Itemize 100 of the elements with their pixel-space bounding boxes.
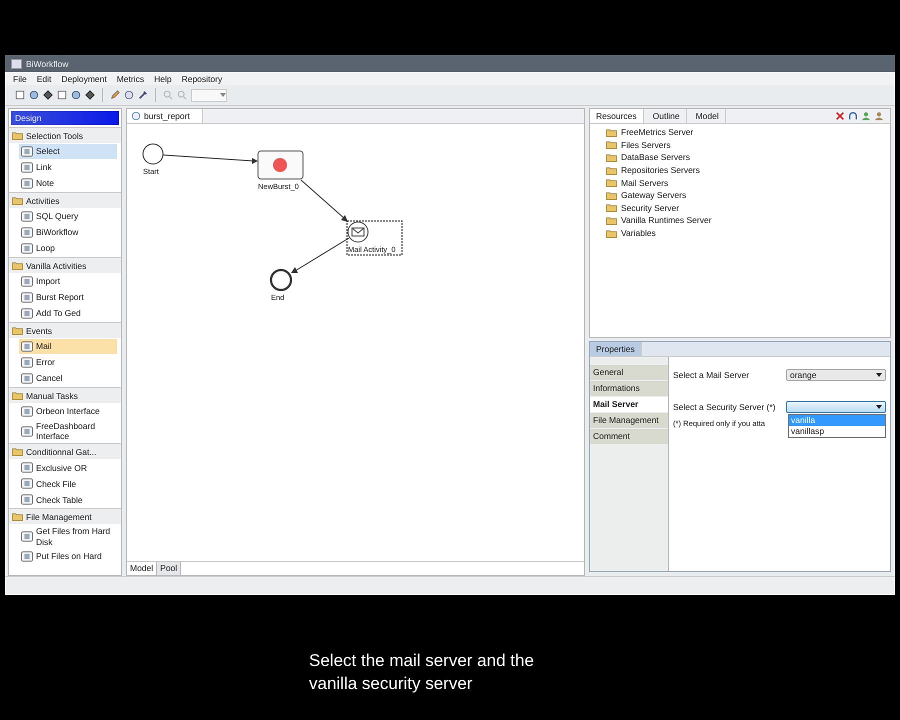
palette-item[interactable]: Check File (19, 476, 117, 492)
tile-icon (21, 550, 33, 562)
caret-icon (220, 93, 226, 97)
menu-item[interactable]: Deployment (61, 74, 107, 84)
pencil-icon[interactable] (110, 90, 120, 100)
tile-icon (21, 494, 33, 506)
property-section-tab[interactable]: General (590, 365, 668, 380)
palette-item[interactable]: FreeDashboard Interface (19, 420, 117, 442)
menu-item[interactable]: Repository (182, 74, 222, 84)
palette-item[interactable]: Put Files on Hard (19, 548, 117, 564)
palette-section-header[interactable]: Selection Tools (9, 127, 121, 143)
page-icon[interactable] (15, 90, 25, 100)
view-tab[interactable]: Model (690, 109, 726, 123)
app-icon (11, 58, 22, 68)
menu-item[interactable]: Metrics (116, 74, 144, 84)
palette-item[interactable]: Import (19, 274, 117, 289)
wrench-icon[interactable] (138, 90, 148, 100)
palette-item[interactable]: Get Files from Hard Disk (19, 525, 117, 548)
caption-text: Select the mail server and the vanilla security server (309, 650, 535, 695)
tile-icon (21, 308, 33, 319)
palette-section-header[interactable]: Events (9, 322, 121, 338)
tree-item[interactable]: Files Servers (606, 138, 890, 152)
palette-item[interactable]: Add To Ged (19, 306, 117, 321)
tree-item[interactable]: Security Server (606, 202, 890, 214)
palette-item[interactable]: Link (19, 160, 117, 175)
palette-section-header[interactable]: Conditionnal Gat... (9, 443, 121, 460)
mail-event-node (348, 222, 368, 242)
connector-arrow (300, 180, 348, 222)
palette-section-header[interactable]: Manual Tasks (9, 387, 121, 403)
palette-title: Design (11, 111, 119, 125)
connector-arrow (291, 238, 350, 273)
palette-item[interactable]: Select (19, 144, 117, 159)
tile-icon (21, 178, 33, 189)
tile-icon (21, 292, 33, 303)
tile-icon (21, 406, 33, 417)
tile-icon (21, 146, 33, 157)
palette-item[interactable]: Burst Report (19, 290, 117, 305)
tree-item[interactable]: FreeMetrics Server (606, 126, 890, 139)
tree-item[interactable]: DataBase Servers (606, 151, 890, 164)
view-tab[interactable]: Properties (590, 342, 642, 356)
tile-icon (21, 341, 33, 352)
tree-item[interactable]: Variables (606, 226, 890, 240)
tile-icon (21, 373, 33, 384)
property-section-tab[interactable]: Informations (590, 381, 668, 396)
editor-bottom-tab[interactable]: Pool (157, 562, 182, 575)
field-label: Select a Mail Server (673, 370, 750, 380)
tree-item[interactable]: Mail Servers (606, 176, 890, 189)
zoom-dropdown[interactable] (191, 88, 227, 102)
palette-section-header[interactable]: Vanilla Activities (9, 257, 121, 273)
palette-item[interactable]: Orbeon Interface (19, 404, 117, 419)
mail-server-select[interactable]: orange (786, 369, 886, 381)
palette-section-header[interactable]: Activities (9, 192, 121, 208)
end-node (270, 268, 292, 292)
tile-icon (21, 243, 33, 254)
caret-icon (876, 405, 882, 409)
circle-icon[interactable] (124, 90, 134, 100)
close-icon[interactable] (835, 111, 845, 121)
tile-icon (21, 211, 33, 222)
tile-icon (21, 162, 33, 173)
activity-node (258, 150, 304, 180)
person-icon[interactable] (874, 111, 884, 121)
disc-icon[interactable] (71, 90, 81, 100)
palette-item[interactable]: Loop (19, 241, 117, 256)
menu-item[interactable]: Help (154, 74, 172, 84)
palette-item[interactable]: SQL Query (19, 209, 117, 224)
property-section-tab[interactable]: Comment (590, 429, 668, 444)
headset-icon[interactable] (848, 111, 858, 121)
dropdown-option[interactable]: vanillasp (789, 426, 885, 437)
tile-icon (21, 276, 33, 287)
palette-item[interactable]: Cancel (19, 371, 117, 386)
view-tab[interactable]: Outline (646, 109, 687, 123)
tile-icon (21, 531, 33, 542)
property-section-tab[interactable]: File Management (590, 413, 668, 428)
tree-item[interactable]: Vanilla Runtimes Server (606, 214, 890, 227)
tile-icon (21, 357, 33, 368)
circle-icon (131, 111, 141, 121)
palette-item[interactable]: Exclusive OR (19, 460, 117, 476)
menu-item[interactable]: Edit (36, 74, 52, 84)
palette-item[interactable]: Error (19, 355, 117, 370)
start-node (142, 144, 164, 164)
palette-item[interactable]: Note (19, 176, 117, 191)
caret-icon (876, 373, 882, 377)
window-title: BiWorkflow (26, 58, 68, 68)
palette-item[interactable]: BiWorkflow (19, 225, 117, 240)
person-icon[interactable] (861, 111, 871, 121)
tile-icon (21, 478, 33, 490)
palette-item[interactable]: Mail (19, 339, 117, 354)
tree-item[interactable]: Gateway Servers (606, 188, 890, 202)
tree-item[interactable]: Repositories Servers (606, 164, 890, 176)
palette-section-header[interactable]: File Management (9, 508, 121, 524)
menu-item[interactable]: File (13, 74, 27, 84)
view-tab[interactable]: Resources (590, 109, 644, 123)
palette-item[interactable]: Check Table (19, 492, 117, 508)
tile-icon (21, 426, 33, 437)
tile-icon (21, 227, 33, 238)
editor-tab[interactable]: burst_report (127, 109, 203, 123)
property-section-tab[interactable]: Mail Server (590, 397, 668, 412)
field-label: Select a Security Server (*) (673, 402, 776, 412)
tile-icon (21, 462, 33, 474)
security-server-select[interactable] (786, 401, 886, 413)
